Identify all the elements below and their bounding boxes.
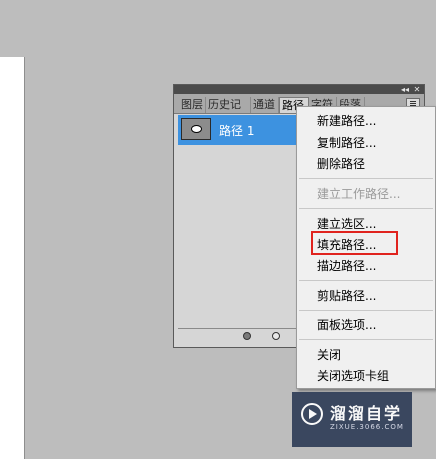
menu-item-close-tab-group[interactable]: 关闭选项卡组 xyxy=(317,368,389,384)
menu-item-make-selection[interactable]: 建立选区... xyxy=(317,216,376,232)
tab-channels[interactable]: 通道 xyxy=(251,97,279,113)
panel-titlebar[interactable]: ◂◂ ✕ xyxy=(174,85,424,94)
document-canvas[interactable] xyxy=(0,57,25,459)
path-row-selected[interactable]: 路径 1 xyxy=(178,115,300,145)
close-panel-icon[interactable]: ✕ xyxy=(412,85,422,94)
menu-item-duplicate-path[interactable]: 复制路径... xyxy=(317,135,376,151)
watermark: 溜溜自学 ZIXUE.3066.COM xyxy=(292,392,412,447)
collapse-panel-icon[interactable]: ◂◂ xyxy=(400,85,410,94)
watermark-subtitle: ZIXUE.3066.COM xyxy=(330,423,404,431)
tab-layers[interactable]: 图层 xyxy=(179,97,206,113)
menu-item-stroke-path[interactable]: 描边路径... xyxy=(317,258,376,274)
watermark-title: 溜溜自学 xyxy=(330,404,403,423)
stroke-path-icon[interactable] xyxy=(272,332,280,340)
menu-item-clipping-path[interactable]: 剪贴路径... xyxy=(317,288,376,304)
menu-item-close[interactable]: 关闭 xyxy=(317,347,341,363)
menu-item-new-path[interactable]: 新建路径... xyxy=(317,113,376,129)
tab-history[interactable]: 历史记 xyxy=(206,97,251,113)
menu-separator xyxy=(299,339,433,340)
path-thumbnail xyxy=(181,118,211,140)
path-label: 路径 1 xyxy=(219,124,255,138)
menu-separator xyxy=(299,310,433,311)
menu-item-make-work-path: 建立工作路径... xyxy=(317,187,401,201)
menu-item-delete-path[interactable]: 删除路径 xyxy=(317,156,365,172)
fill-path-highlight-box xyxy=(311,231,398,255)
menu-separator xyxy=(299,178,433,179)
menu-separator xyxy=(299,208,433,209)
menu-separator xyxy=(299,280,433,281)
play-logo-icon xyxy=(301,403,323,425)
fill-path-icon[interactable] xyxy=(243,332,251,340)
menu-item-panel-options[interactable]: 面板选项... xyxy=(317,317,376,333)
